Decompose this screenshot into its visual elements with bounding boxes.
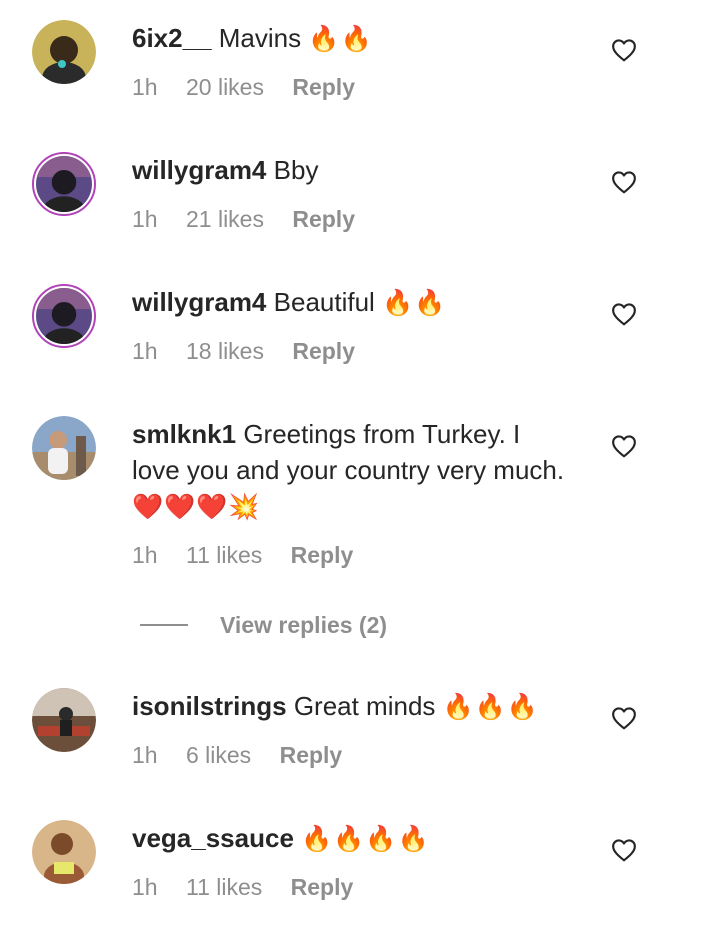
comment-text: smlknk1 Greetings from Turkey. I love yo…	[132, 416, 572, 525]
reply-button[interactable]: Reply	[292, 206, 355, 232]
comment-meta: 1h 11 likes Reply	[132, 872, 353, 902]
reply-button[interactable]: Reply	[291, 542, 354, 568]
comment-body: Bby	[273, 155, 319, 185]
heart-outline-icon[interactable]	[611, 170, 637, 194]
avatar[interactable]	[32, 284, 96, 348]
comment-emoji: 🔥🔥	[308, 25, 373, 53]
comment-emoji: 🔥🔥🔥🔥	[301, 825, 430, 853]
comment-time: 1h	[132, 742, 158, 768]
avatar-image	[32, 688, 96, 752]
comment-username[interactable]: willygram4	[132, 155, 266, 185]
comment-emoji: 🔥🔥	[382, 289, 447, 317]
comment-likes[interactable]: 11 likes	[186, 874, 262, 900]
avatar[interactable]	[32, 152, 96, 216]
comment-time: 1h	[132, 74, 158, 100]
comment-emoji: ❤️❤️❤️💥	[132, 493, 261, 521]
heart-outline-icon[interactable]	[611, 302, 637, 326]
avatar[interactable]	[32, 688, 96, 752]
view-replies-label: View replies (2)	[220, 611, 388, 638]
comment-text: 6ix2__ Mavins 🔥🔥	[132, 20, 572, 57]
avatar-image	[32, 20, 96, 84]
avatar-image	[32, 416, 96, 480]
view-replies-divider	[140, 624, 188, 626]
avatar-image	[32, 820, 96, 884]
comment-text: willygram4 Bby	[132, 152, 572, 188]
comment-meta: 1h 20 likes Reply	[132, 72, 355, 102]
reply-button[interactable]: Reply	[292, 74, 355, 100]
comment-body: Great minds	[293, 691, 436, 721]
avatar-image	[36, 288, 92, 344]
avatar-image	[36, 156, 92, 212]
comment-time: 1h	[132, 206, 158, 232]
comment-meta: 1h 18 likes Reply	[132, 336, 355, 366]
comment-emoji: 🔥🔥🔥	[442, 693, 540, 721]
comment-time: 1h	[132, 874, 158, 900]
comment-time: 1h	[132, 338, 158, 364]
heart-outline-icon[interactable]	[611, 706, 637, 730]
reply-button[interactable]: Reply	[291, 874, 354, 900]
view-replies-button[interactable]: View replies (2)	[140, 610, 387, 640]
comment-meta: 1h 11 likes Reply	[132, 540, 353, 570]
comment-time: 1h	[132, 542, 158, 568]
comment-username[interactable]: vega_ssauce	[132, 823, 294, 853]
comment-body: Beautiful	[273, 287, 375, 317]
comment-username[interactable]: smlknk1	[132, 419, 236, 449]
avatar[interactable]	[32, 416, 96, 480]
heart-outline-icon[interactable]	[611, 38, 637, 62]
avatar[interactable]	[32, 20, 96, 84]
comment-likes[interactable]: 6 likes	[186, 742, 251, 768]
comment-text: vega_ssauce 🔥🔥🔥🔥	[132, 820, 572, 857]
comment-likes[interactable]: 11 likes	[186, 542, 262, 568]
comment-meta: 1h 6 likes Reply	[132, 740, 342, 770]
comment-username[interactable]: 6ix2__	[132, 23, 212, 53]
reply-button[interactable]: Reply	[280, 742, 343, 768]
heart-outline-icon[interactable]	[611, 434, 637, 458]
comment-body: Mavins	[218, 23, 302, 53]
comment-text: isonilstrings Great minds 🔥🔥🔥	[132, 688, 572, 725]
comment-likes[interactable]: 18 likes	[186, 338, 264, 364]
comment-meta: 1h 21 likes Reply	[132, 204, 355, 234]
comment-likes[interactable]: 21 likes	[186, 206, 264, 232]
comment-username[interactable]: isonilstrings	[132, 691, 287, 721]
reply-button[interactable]: Reply	[292, 338, 355, 364]
comment-text: willygram4 Beautiful 🔥🔥	[132, 284, 572, 321]
comment-likes[interactable]: 20 likes	[186, 74, 264, 100]
avatar[interactable]	[32, 820, 96, 884]
comment-username[interactable]: willygram4	[132, 287, 266, 317]
heart-outline-icon[interactable]	[611, 838, 637, 862]
